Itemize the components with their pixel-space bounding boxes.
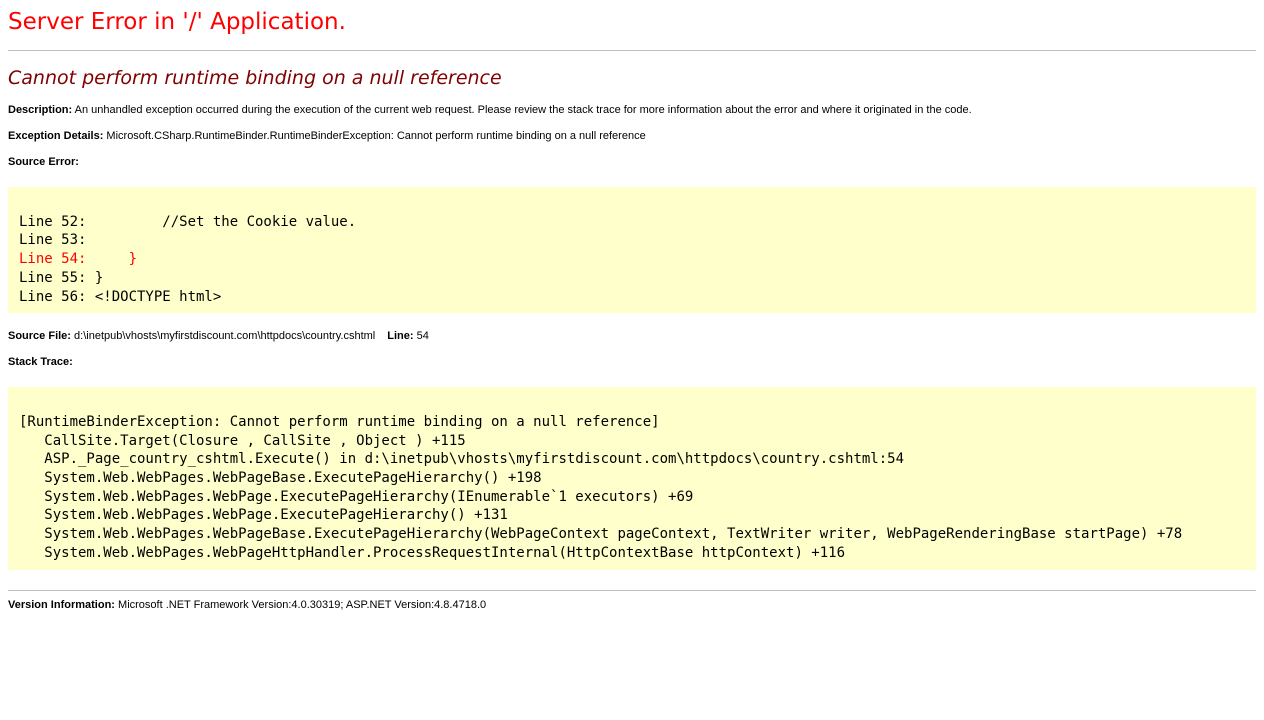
version-info-text: Microsoft .NET Framework Version:4.0.303… bbox=[118, 599, 486, 611]
description-text: An unhandled exception occurred during t… bbox=[75, 104, 972, 116]
page-title: Server Error in '/' Application. bbox=[8, 8, 1256, 36]
stack-trace-label: Stack Trace: bbox=[8, 356, 73, 368]
line-number-label: Line: bbox=[387, 330, 413, 342]
source-file-line: Source File: d:\inetpub\vhosts\myfirstdi… bbox=[8, 330, 1256, 343]
source-error-panel: Line 52: //Set the Cookie value. Line 53… bbox=[8, 187, 1256, 313]
source-error-code: Line 52: //Set the Cookie value. Line 53… bbox=[19, 194, 1245, 306]
exception-details-text: Microsoft.CSharp.RuntimeBinder.RuntimeBi… bbox=[106, 130, 645, 142]
exception-details-line: Exception Details: Microsoft.CSharp.Runt… bbox=[8, 130, 1256, 143]
version-info-line: Version Information: Microsoft .NET Fram… bbox=[8, 599, 1256, 612]
error-message-heading: Cannot perform runtime binding on a null… bbox=[8, 67, 1256, 89]
exception-details-label: Exception Details: bbox=[8, 130, 103, 142]
source-error-label: Source Error: bbox=[8, 156, 79, 168]
stack-trace-label-line: Stack Trace: bbox=[8, 356, 1256, 369]
description-label: Description: bbox=[8, 104, 72, 116]
title-divider bbox=[8, 50, 1256, 51]
source-error-label-line: Source Error: bbox=[8, 156, 1256, 169]
version-info-label: Version Information: bbox=[8, 599, 115, 611]
error-page: Server Error in '/' Application. Cannot … bbox=[8, 8, 1256, 612]
footer-divider bbox=[8, 590, 1256, 591]
stack-trace-code: [RuntimeBinderException: Cannot perform … bbox=[19, 394, 1245, 562]
line-number-value: 54 bbox=[417, 330, 429, 342]
stack-trace-panel: [RuntimeBinderException: Cannot perform … bbox=[8, 387, 1256, 569]
source-file-label: Source File: bbox=[8, 330, 71, 342]
description-line: Description: An unhandled exception occu… bbox=[8, 104, 1256, 117]
source-error-highlighted-line: Line 54: } bbox=[19, 251, 137, 267]
source-file-path: d:\inetpub\vhosts\myfirstdiscount.com\ht… bbox=[74, 330, 375, 342]
source-error-code-after: Line 55: } Line 56: <!DOCTYPE html> bbox=[19, 270, 221, 305]
source-error-code-before: Line 52: //Set the Cookie value. Line 53… bbox=[19, 214, 356, 249]
